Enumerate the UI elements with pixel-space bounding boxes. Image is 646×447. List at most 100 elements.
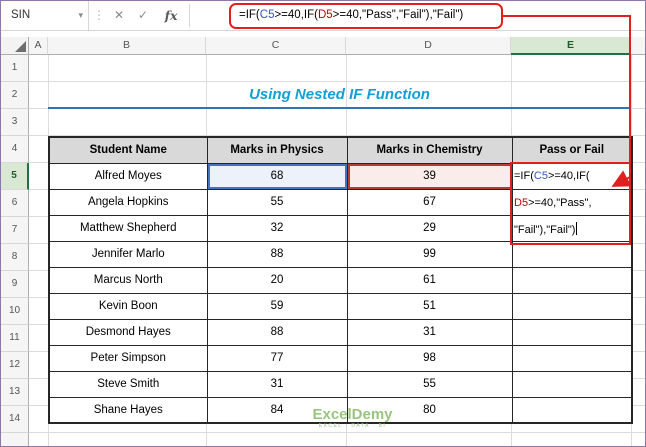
cell-chemistry-d5[interactable]: 39 bbox=[346, 162, 513, 190]
cell-physics[interactable]: 88 bbox=[206, 240, 348, 268]
cell-chemistry[interactable]: 55 bbox=[346, 370, 513, 398]
cell-name[interactable]: Kevin Boon bbox=[48, 292, 208, 320]
formula-line-3: "Fail"),"Fail") bbox=[514, 217, 630, 244]
cell-physics[interactable]: 59 bbox=[206, 292, 348, 320]
cell-physics[interactable]: 84 bbox=[206, 396, 348, 424]
formula-bar-divider bbox=[189, 4, 190, 27]
row-header-13[interactable]: 13 bbox=[1, 379, 29, 406]
cell-name[interactable]: Steve Smith bbox=[48, 370, 208, 398]
row-header-3[interactable]: 3 bbox=[1, 109, 29, 136]
formula-ref-c5: C5 bbox=[533, 170, 548, 182]
formula-ref-d5: D5 bbox=[317, 9, 333, 21]
grip-handle-icon[interactable]: ⋮ bbox=[93, 1, 105, 30]
header-marks-physics[interactable]: Marks in Physics bbox=[206, 136, 348, 164]
formula-ref-d5: D5 bbox=[514, 197, 529, 209]
chevron-down-icon[interactable]: ▾ bbox=[78, 1, 83, 30]
cell-chemistry[interactable]: 80 bbox=[346, 396, 513, 424]
cell-chemistry[interactable]: 98 bbox=[346, 344, 513, 372]
row-header-1[interactable]: 1 bbox=[1, 55, 29, 82]
cell-physics[interactable]: 77 bbox=[206, 344, 348, 372]
sheet-title-cell[interactable]: Using Nested IF Function bbox=[48, 82, 631, 109]
cell-name[interactable]: Desmond Hayes bbox=[48, 318, 208, 346]
cell-result[interactable] bbox=[511, 318, 633, 346]
header-student-name[interactable]: Student Name bbox=[48, 136, 208, 164]
cell-name[interactable]: Jennifer Marlo bbox=[48, 240, 208, 268]
active-cell-formula[interactable]: =IF(C5>=40,IF( D5>=40,"Pass", "Fail"),"F… bbox=[514, 163, 630, 244]
cell-name[interactable]: Matthew Shepherd bbox=[48, 214, 208, 242]
formula-part: >=40,"Pass","Fail"),"Fail") bbox=[332, 9, 464, 21]
cell-physics[interactable]: 88 bbox=[206, 318, 348, 346]
column-header-c[interactable]: C bbox=[206, 37, 346, 55]
cell-chemistry[interactable]: 29 bbox=[346, 214, 513, 242]
table-row: Kevin Boon 59 51 bbox=[48, 292, 633, 320]
cell-result[interactable] bbox=[511, 240, 633, 268]
row-header-2[interactable]: 2 bbox=[1, 82, 29, 109]
row-header-4[interactable]: 4 bbox=[1, 136, 29, 163]
cell-physics[interactable]: 20 bbox=[206, 266, 348, 294]
column-header-e-active[interactable]: E bbox=[511, 37, 631, 55]
row-header-14[interactable]: 14 bbox=[1, 406, 29, 433]
column-header-stub[interactable] bbox=[631, 37, 645, 55]
cell-chemistry[interactable]: 61 bbox=[346, 266, 513, 294]
select-all-triangle-icon bbox=[15, 41, 26, 52]
cell-result[interactable] bbox=[511, 292, 633, 320]
formula-bar: SIN ▾ ⋮ ✕ ✓ fx =IF(C5>=40,IF(D5>=40,"Pas… bbox=[1, 1, 645, 31]
row-header-10[interactable]: 10 bbox=[1, 298, 29, 325]
row-header-7[interactable]: 7 bbox=[1, 217, 29, 244]
cell-name[interactable]: Alfred Moyes bbox=[48, 162, 208, 190]
worksheet-area[interactable]: Using Nested IF Function Student Name Ma… bbox=[29, 55, 645, 446]
insert-function-button[interactable]: fx bbox=[157, 1, 185, 30]
row-header-5-active[interactable]: 5 bbox=[1, 163, 29, 190]
column-header-d[interactable]: D bbox=[346, 37, 511, 55]
header-pass-or-fail[interactable]: Pass or Fail bbox=[511, 136, 633, 164]
formula-ref-c5: C5 bbox=[259, 9, 275, 21]
table-row: Shane Hayes 84 80 bbox=[48, 396, 633, 424]
cell-result[interactable] bbox=[511, 344, 633, 372]
formula-part: =IF( bbox=[239, 9, 260, 21]
cell-name[interactable]: Peter Simpson bbox=[48, 344, 208, 372]
table-row: Desmond Hayes 88 31 bbox=[48, 318, 633, 346]
cell-result[interactable] bbox=[511, 266, 633, 294]
text-cursor-caret bbox=[576, 222, 578, 235]
cell-chemistry[interactable]: 31 bbox=[346, 318, 513, 346]
formula-line-2: D5>=40,"Pass", bbox=[514, 190, 630, 217]
cell-physics[interactable]: 31 bbox=[206, 370, 348, 398]
formula-part: >=40,IF( bbox=[274, 9, 318, 21]
cancel-button[interactable]: ✕ bbox=[107, 1, 131, 30]
formula-part: >=40,"Pass", bbox=[528, 197, 592, 209]
row-header-8[interactable]: 8 bbox=[1, 244, 29, 271]
cell-physics-c5[interactable]: 68 bbox=[206, 162, 348, 190]
cell-chemistry[interactable]: 51 bbox=[346, 292, 513, 320]
table-row: Jennifer Marlo 88 99 bbox=[48, 240, 633, 268]
column-header-a[interactable]: A bbox=[29, 37, 48, 55]
column-header-b[interactable]: B bbox=[48, 37, 206, 55]
cell-result[interactable] bbox=[511, 370, 633, 398]
cell-chemistry[interactable]: 67 bbox=[346, 188, 513, 216]
row-header-11[interactable]: 11 bbox=[1, 325, 29, 352]
formula-part: "Fail"),"Fail") bbox=[514, 224, 576, 236]
row-header-12[interactable]: 12 bbox=[1, 352, 29, 379]
table-row: Marcus North 20 61 bbox=[48, 266, 633, 294]
cell-physics[interactable]: 32 bbox=[206, 214, 348, 242]
table-row: Steve Smith 31 55 bbox=[48, 370, 633, 398]
cell-name[interactable]: Marcus North bbox=[48, 266, 208, 294]
row-header-6[interactable]: 6 bbox=[1, 190, 29, 217]
table-row: Peter Simpson 77 98 bbox=[48, 344, 633, 372]
cell-chemistry[interactable]: 99 bbox=[346, 240, 513, 268]
row-header-stub[interactable] bbox=[1, 433, 29, 446]
name-box-value: SIN bbox=[11, 9, 31, 21]
name-box[interactable]: SIN ▾ bbox=[1, 1, 89, 30]
cell-physics[interactable]: 55 bbox=[206, 188, 348, 216]
enter-button[interactable]: ✓ bbox=[131, 1, 155, 30]
formula-input[interactable]: =IF(C5>=40,IF(D5>=40,"Pass","Fail"),"Fai… bbox=[239, 1, 463, 30]
table-header-row: Student Name Marks in Physics Marks in C… bbox=[48, 136, 633, 164]
header-marks-chemistry[interactable]: Marks in Chemistry bbox=[346, 136, 513, 164]
row-header-9[interactable]: 9 bbox=[1, 271, 29, 298]
cell-name[interactable]: Angela Hopkins bbox=[48, 188, 208, 216]
formula-part: =IF( bbox=[514, 170, 534, 182]
formula-line-1: =IF(C5>=40,IF( bbox=[514, 163, 630, 190]
excel-window: SIN ▾ ⋮ ✕ ✓ fx =IF(C5>=40,IF(D5>=40,"Pas… bbox=[0, 0, 646, 447]
cell-name[interactable]: Shane Hayes bbox=[48, 396, 208, 424]
select-all-corner[interactable] bbox=[1, 37, 29, 55]
cell-result[interactable] bbox=[511, 396, 633, 424]
